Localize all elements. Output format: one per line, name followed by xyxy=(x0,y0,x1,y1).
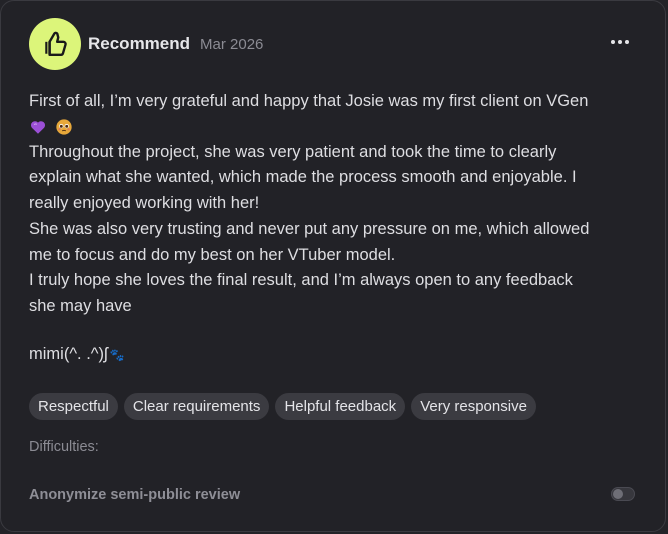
paw-prints-icon: 🐾 xyxy=(109,348,125,362)
toggle-knob xyxy=(613,489,623,499)
review-date: Mar 2026 xyxy=(200,35,264,53)
anonymize-label: Anonymize semi-public review xyxy=(29,487,241,503)
purple-heart-emoji xyxy=(30,121,46,135)
more-options-button[interactable] xyxy=(611,37,629,47)
review-body-line: First of all, I’m very grateful and happ… xyxy=(29,92,589,110)
review-body-line: me to focus and do my best on her VTuber… xyxy=(29,245,396,264)
review-body-line: I truly hope she loves the final result,… xyxy=(29,271,573,290)
review-body: First of all, I’m very grateful and happ… xyxy=(29,89,629,320)
review-title: Recommend xyxy=(88,34,191,53)
review-body-line: she may have xyxy=(29,296,132,315)
review-header: Recommend Mar 2026 xyxy=(29,18,263,70)
thumbs-up-icon xyxy=(45,31,67,57)
review-card: Recommend Mar 2026 First of all, I’m ver… xyxy=(0,0,666,532)
pleading-face-emoji xyxy=(55,119,72,135)
review-signature: mimi(^. .^)ʃ 🐾 xyxy=(29,345,125,364)
tag-helpful-feedback[interactable]: Helpful feedback xyxy=(275,393,406,420)
difficulties-label: Difficulties: xyxy=(29,439,99,455)
review-tags: Respectful Clear requirements Helpful fe… xyxy=(29,393,536,420)
anonymize-toggle[interactable] xyxy=(611,487,635,501)
recommend-avatar xyxy=(29,18,81,70)
review-body-line: She was also very trusting and never put… xyxy=(29,219,590,238)
review-body-line: explain what she wanted, which made the … xyxy=(29,168,577,187)
tag-respectful[interactable]: Respectful xyxy=(29,393,118,420)
tag-very-responsive[interactable]: Very responsive xyxy=(411,393,536,420)
more-horizontal-icon xyxy=(611,40,615,44)
review-body-line: really enjoyed working with her! xyxy=(29,194,260,213)
signature-text: mimi(^. .^)ʃ xyxy=(29,345,108,363)
tag-clear-requirements[interactable]: Clear requirements xyxy=(123,393,270,420)
review-emoji-line xyxy=(29,115,629,140)
review-body-line: Throughout the project, she was very pat… xyxy=(29,142,557,161)
